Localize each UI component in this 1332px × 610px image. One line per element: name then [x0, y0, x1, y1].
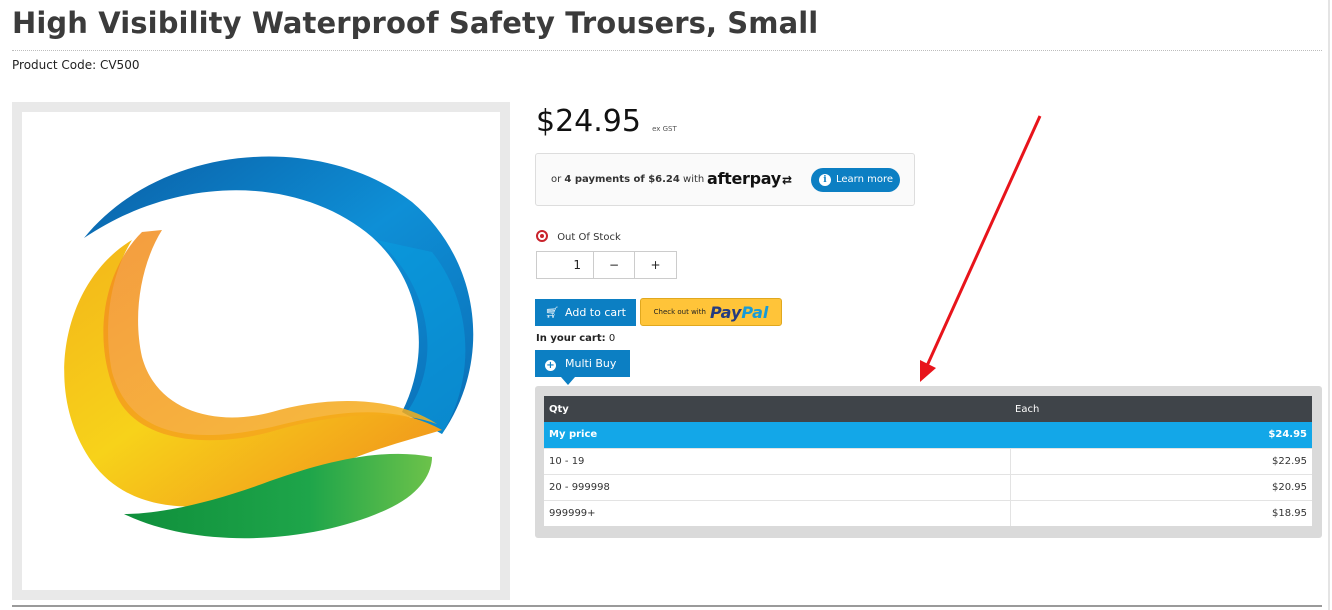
column-header-qty: Qty: [544, 396, 1010, 422]
product-code-label: Product Code:: [12, 58, 97, 72]
page-title: High Visibility Waterproof Safety Trouse…: [12, 6, 819, 40]
info-icon: i: [819, 174, 831, 186]
multi-buy-label: Multi Buy: [565, 356, 617, 370]
increase-quantity-button[interactable]: +: [635, 252, 676, 278]
price-block: $24.95 ex GST: [536, 104, 677, 139]
multi-buy-panel: Qty Each My price $24.95 10 - 19 $22.95 …: [535, 386, 1322, 538]
decrease-quantity-button[interactable]: −: [594, 252, 635, 278]
in-cart-label: In your cart:: [536, 333, 606, 344]
tier-qty: 999999+: [544, 499, 1010, 526]
product-code-value: CV500: [99, 58, 140, 72]
my-price-row: My price $24.95: [544, 422, 1312, 448]
paypal-logo-pal: Pal: [741, 302, 769, 322]
add-to-cart-button[interactable]: 🛒︎ Add to cart: [535, 299, 636, 326]
paypal-prefix: Check out with: [653, 308, 706, 316]
in-cart-count: In your cart: 0: [536, 333, 615, 344]
multi-buy-caret: [561, 377, 575, 385]
my-price-qty: My price: [544, 422, 1010, 448]
right-scroll-edge: [1328, 0, 1330, 610]
brand-logo-icon: [64, 156, 474, 539]
learn-more-button[interactable]: i Learn more: [811, 168, 900, 192]
product-image[interactable]: [22, 112, 500, 590]
afterpay-banner: or 4 payments of $6.24 with afterpay⇄ i …: [535, 153, 915, 206]
cart-icon: 🛒︎: [545, 306, 559, 319]
annotation-arrow-icon: [920, 115, 1042, 382]
afterpay-installments-text: or 4 payments of $6.24 with: [551, 174, 704, 185]
table-row: 10 - 19 $22.95: [544, 447, 1312, 474]
paypal-checkout-button[interactable]: Check out with PayPal: [640, 298, 782, 326]
column-header-each: Each: [1010, 396, 1312, 422]
product-code: Product Code: CV500: [12, 58, 139, 72]
afterpay-suffix: with: [683, 174, 705, 185]
afterpay-payments: 4 payments of $6.24: [564, 174, 680, 185]
afterpay-logo: afterpay⇄: [707, 169, 792, 188]
product-price: $24.95: [536, 104, 641, 139]
paypal-logo-pay: Pay: [709, 302, 742, 322]
in-cart-value: 0: [608, 333, 616, 344]
tax-note: ex GST: [652, 125, 677, 133]
tier-qty: 10 - 19: [544, 447, 1010, 474]
out-of-stock-icon: [536, 230, 548, 242]
my-price-each: $24.95: [1010, 422, 1312, 448]
bottom-divider: [12, 605, 1322, 607]
stock-status: Out Of Stock: [536, 230, 621, 243]
title-divider: [12, 50, 1322, 51]
afterpay-arrows-icon: ⇄: [781, 173, 792, 187]
tier-each: $22.95: [1009, 447, 1312, 474]
afterpay-prefix: or: [551, 174, 562, 185]
afterpay-logo-text: afterpay: [707, 169, 781, 188]
tier-qty: 20 - 999998: [544, 473, 1010, 500]
multi-buy-toggle-button[interactable]: + Multi Buy: [535, 350, 630, 377]
tier-each: $20.95: [1009, 473, 1312, 500]
add-to-cart-label: Add to cart: [565, 306, 626, 319]
quantity-input[interactable]: [537, 252, 594, 278]
table-row: 20 - 999998 $20.95: [544, 473, 1312, 500]
product-image-frame: [12, 102, 510, 600]
tier-each: $18.95: [1009, 499, 1312, 526]
multi-buy-price-table: Qty Each My price $24.95 10 - 19 $22.95 …: [544, 396, 1312, 526]
learn-more-label: Learn more: [836, 174, 894, 185]
quantity-stepper: − +: [536, 251, 677, 279]
table-row: 999999+ $18.95: [544, 499, 1312, 526]
plus-circle-icon: +: [545, 359, 556, 371]
table-header-row: Qty Each: [544, 396, 1312, 422]
stock-status-label: Out Of Stock: [557, 232, 621, 243]
